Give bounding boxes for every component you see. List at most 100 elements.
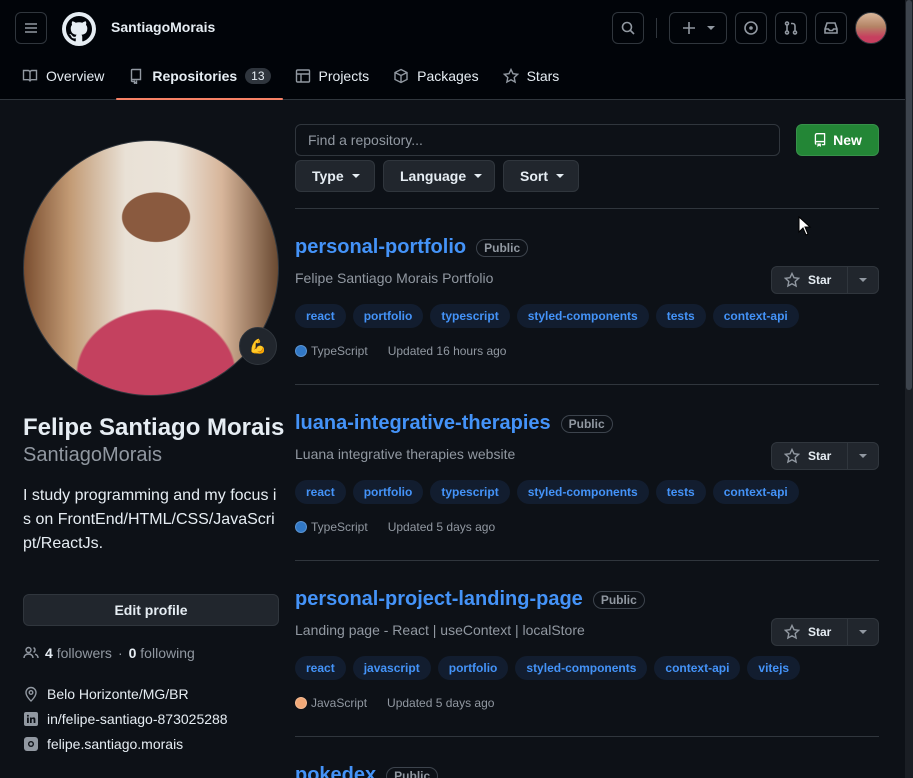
- new-button-label: New: [833, 132, 862, 148]
- book-icon: [22, 69, 38, 82]
- star-button-group: Star: [771, 618, 879, 646]
- topic-tag[interactable]: tests: [655, 304, 706, 328]
- topic-tag[interactable]: context-api: [712, 304, 799, 328]
- github-logo-icon[interactable]: [62, 12, 96, 46]
- following-label: following: [140, 645, 195, 661]
- visibility-badge: Public: [386, 766, 439, 778]
- language-filter-button[interactable]: Language: [383, 160, 495, 192]
- topic-tag[interactable]: react: [295, 656, 346, 680]
- sort-filter-button[interactable]: Sort: [503, 160, 579, 192]
- star-list-dropdown[interactable]: [848, 619, 878, 645]
- menu-icon: [25, 23, 37, 33]
- repo-meta: TypeScript Updated 16 hours ago: [295, 344, 506, 358]
- pull-requests-button[interactable]: [775, 12, 807, 44]
- star-icon: [784, 624, 800, 640]
- location-item: Belo Horizonte/MG/BR: [23, 686, 189, 702]
- language-color-dot: [295, 697, 307, 709]
- repo-description: Landing page - React | useContext | loca…: [295, 622, 585, 638]
- tab-overview[interactable]: Overview: [10, 58, 116, 94]
- linkedin-icon: [24, 712, 38, 726]
- chevron-down-icon: [859, 630, 867, 634]
- issues-button[interactable]: [735, 12, 767, 44]
- repo-updated: Updated 5 days ago: [387, 520, 496, 534]
- tab-label: Repositories: [152, 68, 238, 84]
- star-list-dropdown[interactable]: [848, 443, 878, 469]
- star-button[interactable]: Star: [772, 443, 848, 469]
- menu-button[interactable]: [15, 12, 47, 44]
- topic-tag[interactable]: javascript: [352, 656, 431, 680]
- star-label: Star: [808, 625, 832, 639]
- topic-tag[interactable]: portfolio: [437, 656, 509, 680]
- people-icon: [23, 646, 39, 659]
- topic-tag[interactable]: vitejs: [747, 656, 801, 680]
- plus-icon: [683, 22, 695, 34]
- topic-tag[interactable]: portfolio: [352, 480, 424, 504]
- edit-profile-button[interactable]: Edit profile: [23, 594, 279, 626]
- topic-list: react javascript portfolio styled-compon…: [295, 656, 801, 680]
- topic-tag[interactable]: typescript: [430, 480, 510, 504]
- topic-tag[interactable]: tests: [655, 480, 706, 504]
- filter-label: Sort: [520, 168, 548, 184]
- repo-name-link[interactable]: personal-project-landing-page: [295, 588, 583, 611]
- topic-tag[interactable]: styled-components: [516, 480, 649, 504]
- topic-tag[interactable]: context-api: [712, 480, 799, 504]
- topic-tag[interactable]: react: [295, 480, 346, 504]
- topic-tag[interactable]: context-api: [654, 656, 741, 680]
- topic-tag[interactable]: portfolio: [352, 304, 424, 328]
- instagram-text: felipe.santiago.morais: [47, 736, 184, 752]
- star-label: Star: [808, 273, 832, 287]
- profile-photo[interactable]: [23, 140, 279, 396]
- profile-bio: I study programming and my focus is on F…: [23, 487, 277, 552]
- topic-tag[interactable]: styled-components: [516, 304, 649, 328]
- repo-updated: Updated 5 days ago: [387, 696, 495, 710]
- repo-name-link[interactable]: personal-portfolio: [295, 236, 466, 259]
- find-repository-input[interactable]: [295, 124, 780, 156]
- profile-login: SantiagoMorais: [23, 444, 162, 466]
- tab-label: Packages: [417, 68, 479, 84]
- chevron-down-icon: [351, 174, 360, 178]
- instagram-item[interactable]: felipe.santiago.morais: [23, 736, 183, 752]
- visibility-badge: Public: [592, 590, 645, 609]
- page-scrollbar[interactable]: [905, 0, 913, 778]
- tab-projects[interactable]: Projects: [283, 58, 382, 94]
- star-button[interactable]: Star: [772, 619, 848, 645]
- repo-icon: [814, 133, 826, 147]
- tab-label: Projects: [318, 68, 370, 84]
- filter-label: Type: [312, 168, 344, 184]
- topic-tag[interactable]: react: [295, 304, 346, 328]
- type-filter-button[interactable]: Type: [295, 160, 375, 192]
- repo-icon: [131, 68, 142, 84]
- status-emoji-button[interactable]: 💪: [239, 327, 277, 365]
- search-icon: [621, 21, 635, 35]
- tab-packages[interactable]: Packages: [381, 58, 490, 94]
- topic-tag[interactable]: styled-components: [515, 656, 648, 680]
- instagram-icon: [24, 737, 38, 751]
- location-icon: [25, 686, 37, 702]
- issues-icon: [744, 21, 758, 35]
- inbox-button[interactable]: [815, 12, 847, 44]
- header-username[interactable]: SantiagoMorais: [111, 19, 215, 35]
- repo-title-row: personal-project-landing-page Public: [295, 588, 645, 611]
- new-repository-button[interactable]: New: [796, 124, 879, 156]
- chevron-down-icon: [707, 26, 715, 30]
- visibility-badge: Public: [560, 414, 613, 433]
- star-button[interactable]: Star: [772, 267, 848, 293]
- scrollbar-thumb[interactable]: [906, 0, 912, 390]
- user-avatar[interactable]: [855, 12, 887, 44]
- topic-tag[interactable]: typescript: [430, 304, 510, 328]
- tab-stars[interactable]: Stars: [491, 58, 572, 94]
- global-header: SantiagoMorais Overview Repositories 13 …: [0, 0, 913, 100]
- following-link[interactable]: 0 following: [129, 645, 195, 661]
- followers-link[interactable]: 4 followers: [45, 645, 112, 661]
- repo-description: Luana integrative therapies website: [295, 446, 516, 462]
- linkedin-item[interactable]: in/felipe-santiago-873025288: [23, 711, 228, 727]
- tab-repositories[interactable]: Repositories 13: [116, 58, 283, 100]
- repo-name-link[interactable]: luana-integrative-therapies: [295, 412, 551, 435]
- inbox-icon: [824, 22, 838, 34]
- create-new-button[interactable]: [669, 12, 727, 44]
- star-list-dropdown[interactable]: [848, 267, 878, 293]
- separator-dot: ·: [117, 645, 123, 661]
- repo-name-link[interactable]: pokedex: [295, 764, 376, 778]
- repo-meta: JavaScript Updated 5 days ago: [295, 696, 494, 710]
- search-button[interactable]: [612, 12, 644, 44]
